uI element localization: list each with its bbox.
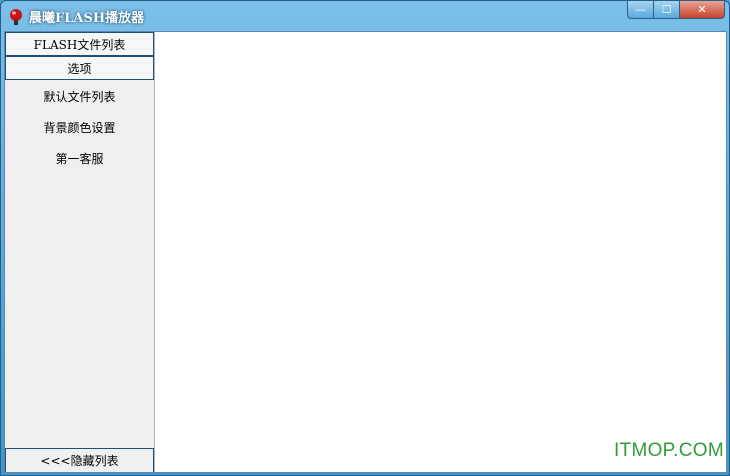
maximize-icon: ☐ [661, 3, 672, 16]
window-controls: — ☐ ✕ [627, 1, 725, 20]
watermark: ITMOP.COM [613, 440, 724, 461]
app-icon [10, 9, 22, 25]
sidebar: FLASH文件列表 选项 默认文件列表 背景颜色设置 第一客服 <<<隐藏列表 [5, 32, 155, 472]
minimize-button[interactable]: — [627, 1, 653, 19]
option-default-file-list[interactable]: 默认文件列表 [5, 88, 154, 105]
close-button[interactable]: ✕ [679, 1, 725, 19]
maximize-button[interactable]: ☐ [653, 1, 679, 19]
options-header[interactable]: 选项 [5, 56, 154, 80]
flash-player-area[interactable]: ITMOP.COM [155, 32, 726, 472]
option-customer-service[interactable]: 第一客服 [5, 150, 154, 167]
close-icon: ✕ [697, 3, 707, 16]
minimize-icon: — [635, 3, 646, 16]
app-window: 晨曦FLASH播放器 — ☐ ✕ FLASH文件列表 选项 默认文件列表 背景颜… [0, 0, 730, 476]
client-area: FLASH文件列表 选项 默认文件列表 背景颜色设置 第一客服 <<<隐藏列表 … [4, 31, 727, 473]
window-title: 晨曦FLASH播放器 [29, 11, 145, 26]
flash-file-list-header[interactable]: FLASH文件列表 [5, 32, 154, 56]
option-background-color[interactable]: 背景颜色设置 [5, 119, 154, 136]
title-bar[interactable]: 晨曦FLASH播放器 — ☐ ✕ [1, 1, 729, 31]
hide-list-button[interactable]: <<<隐藏列表 [5, 448, 154, 472]
